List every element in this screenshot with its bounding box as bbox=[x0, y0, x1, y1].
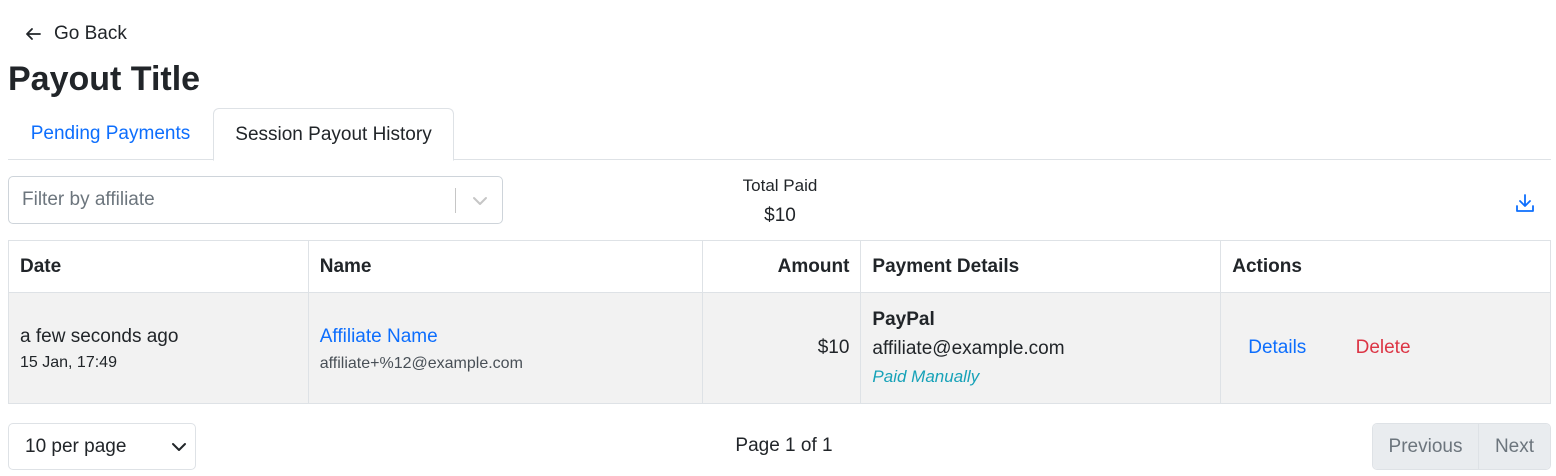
total-paid-value: $10 bbox=[764, 205, 796, 226]
payment-details-cell: PayPal affiliate@example.com Paid Manual… bbox=[860, 292, 1222, 404]
affiliate-filter-input[interactable] bbox=[22, 177, 442, 223]
column-header-name: Name bbox=[307, 240, 703, 293]
go-back-label: Go Back bbox=[54, 23, 127, 44]
actions-cell: Details Delete bbox=[1220, 292, 1551, 404]
per-page-label: 10 per page bbox=[25, 436, 127, 457]
previous-page-button[interactable]: Previous bbox=[1373, 424, 1479, 469]
amount-cell: $10 bbox=[701, 292, 862, 404]
tab-bar: Pending Payments Session Payout History bbox=[8, 108, 1551, 161]
details-button[interactable]: Details bbox=[1232, 331, 1322, 365]
column-header-actions: Actions bbox=[1220, 240, 1551, 293]
download-icon[interactable] bbox=[1514, 192, 1536, 214]
absolute-datetime: 15 Jan, 17:49 bbox=[20, 354, 117, 371]
date-cell: a few seconds ago 15 Jan, 17:49 bbox=[8, 292, 309, 404]
column-header-amount: Amount bbox=[701, 240, 862, 293]
next-page-button[interactable]: Next bbox=[1479, 424, 1550, 469]
relative-time: a few seconds ago bbox=[20, 326, 179, 347]
page-title: Payout Title bbox=[8, 60, 201, 98]
affiliate-email: affiliate+%12@example.com bbox=[319, 354, 523, 372]
go-back-link[interactable]: Go Back bbox=[24, 22, 127, 46]
affiliate-filter-select[interactable] bbox=[8, 176, 503, 224]
column-header-date: Date bbox=[8, 240, 309, 293]
payment-status: Paid Manually bbox=[872, 367, 980, 386]
affiliate-name-link[interactable]: Affiliate Name bbox=[320, 323, 438, 351]
delete-button[interactable]: Delete bbox=[1340, 331, 1427, 365]
column-header-payment-details: Payment Details bbox=[860, 240, 1222, 293]
payout-history-table: Date Name Amount Payment Details Actions… bbox=[8, 240, 1551, 404]
pagination-controls: Previous Next bbox=[1372, 423, 1551, 470]
arrow-left-icon bbox=[26, 28, 41, 40]
payment-method: PayPal bbox=[872, 309, 935, 330]
table-header-row: Date Name Amount Payment Details Actions bbox=[8, 240, 1551, 293]
total-paid-label: Total Paid bbox=[742, 176, 818, 195]
tab-session-payout-history[interactable]: Session Payout History bbox=[213, 108, 454, 161]
payment-email: affiliate@example.com bbox=[872, 338, 1065, 359]
per-page-select[interactable]: 10 per page bbox=[8, 423, 196, 470]
page-info: Page 1 of 1 bbox=[735, 435, 833, 456]
table-row: a few seconds ago 15 Jan, 17:49 Affiliat… bbox=[8, 292, 1551, 404]
tab-pending-payments[interactable]: Pending Payments bbox=[8, 108, 213, 160]
chevron-down-icon[interactable] bbox=[470, 191, 490, 211]
chevron-down-icon bbox=[172, 443, 186, 451]
filter-separator bbox=[455, 188, 456, 213]
name-cell: Affiliate Name affiliate+%12@example.com bbox=[307, 292, 703, 404]
